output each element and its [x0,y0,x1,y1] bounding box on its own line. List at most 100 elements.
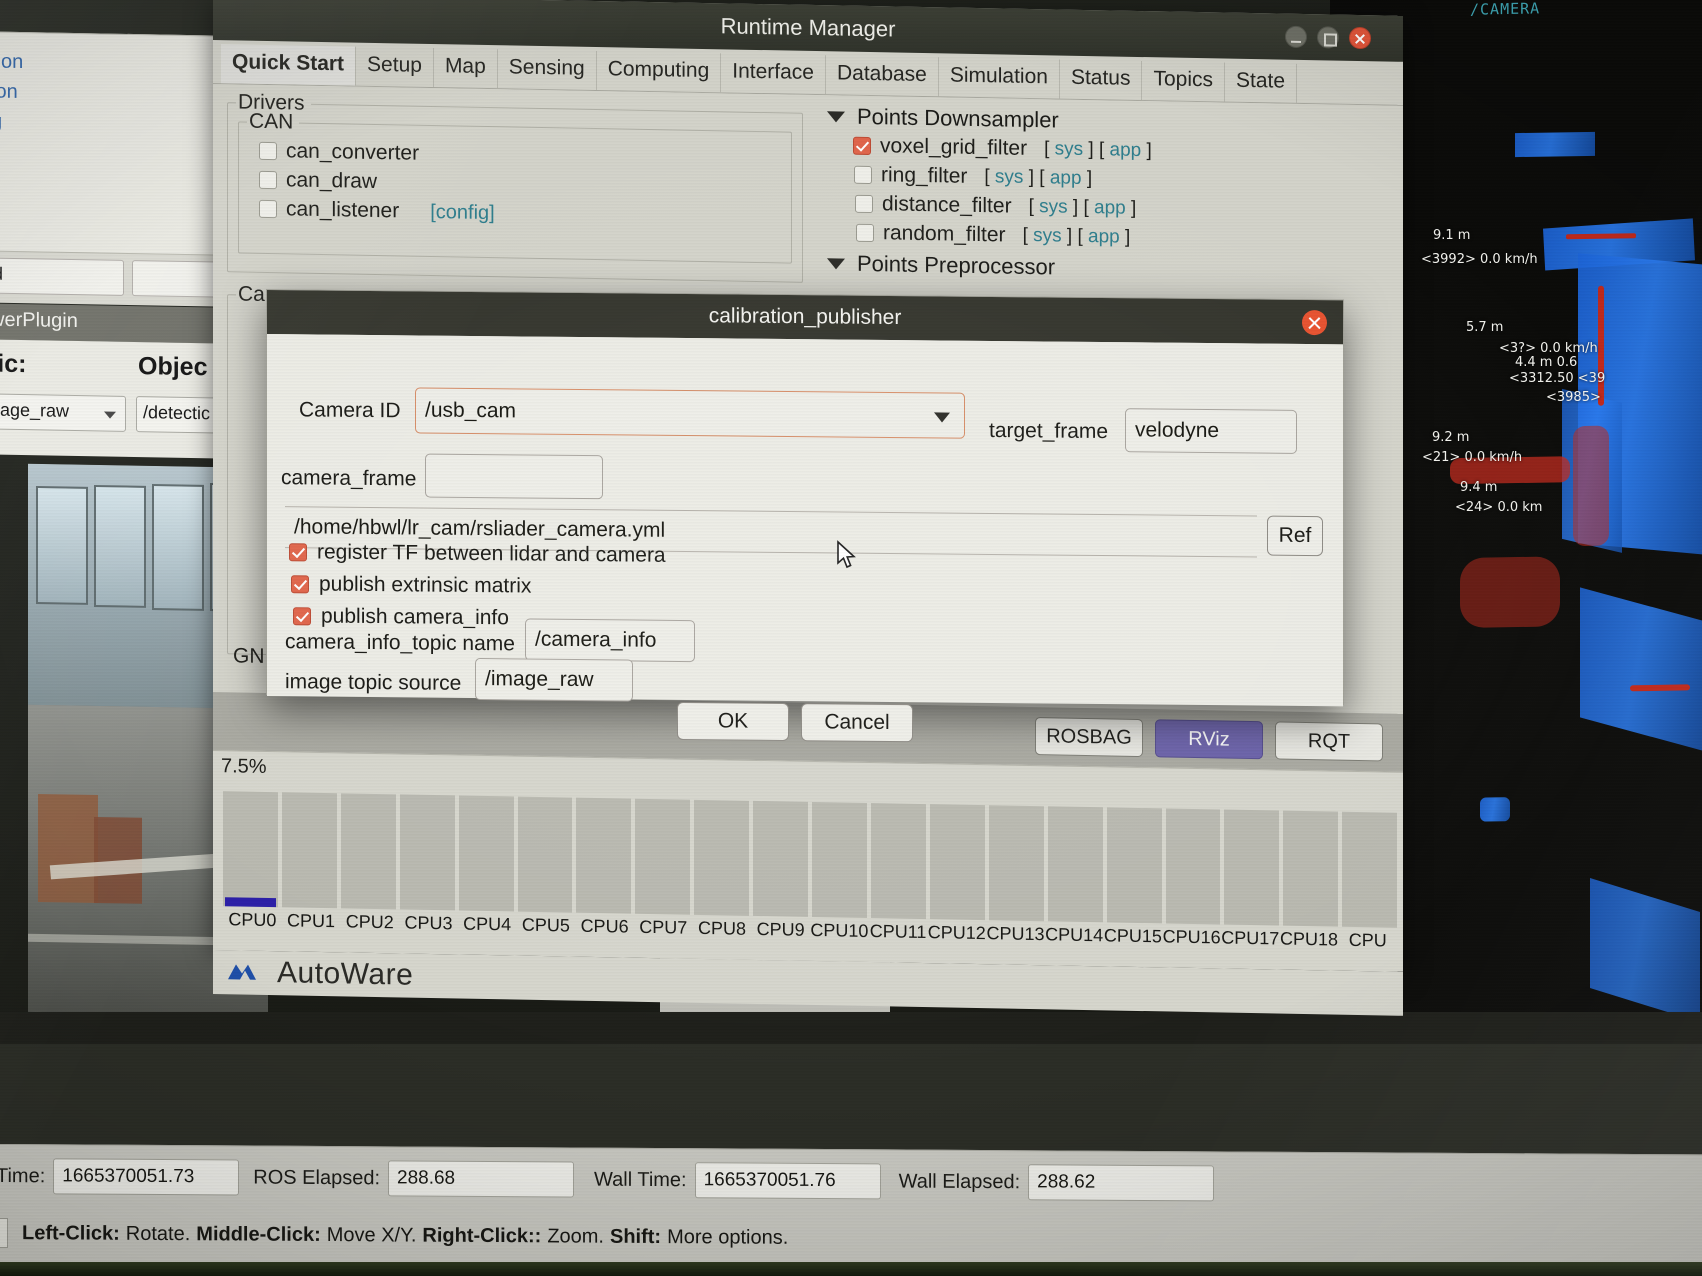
tab-topics[interactable]: Topics [1142,61,1226,102]
tab-setup[interactable]: Setup [356,46,434,88]
checkbox-icon[interactable] [856,223,874,243]
bg-link-3[interactable]: g [0,106,239,141]
mouse-hint-part: Rotate. [125,1222,191,1245]
checkbox-icon[interactable] [259,170,277,190]
sys-app-links[interactable]: [ sys ] [ app ] [1029,196,1137,220]
mouse-hints-row: Left-Click: Rotate. Middle-Click: Move X/Y.… [0,1207,1702,1269]
checkbox-icon[interactable] [854,165,872,185]
rviz-object-label: <21> 0.0 km/h [1422,450,1523,465]
tab-sensing[interactable]: Sensing [497,49,597,91]
checkbox-icon[interactable] [291,575,309,594]
cpu-bar-fill [814,917,865,918]
downsampler-item-random_filter[interactable]: random_filter [ sys ] [ app ] [856,221,1393,255]
cpu-core-label: CPU18 [1279,928,1339,950]
checkbox-icon[interactable] [853,136,871,156]
minimize-button[interactable] [1285,25,1307,49]
downsampler-item-voxel_grid_filter[interactable]: voxel_grid_filter [ sys ] [ app ] [853,134,1393,168]
mouse-hint-part: Zoom. [547,1224,604,1248]
sys-app-links[interactable]: [ sys ] [ app ] [984,166,1092,190]
bg-field-a[interactable]: ld [0,257,124,296]
checkbox-icon[interactable] [289,543,307,562]
camera-id-combo[interactable]: /usb_cam [415,387,965,439]
checkbox-icon[interactable] [259,199,277,219]
close-button[interactable] [1349,26,1371,50]
cpu-bar [929,804,985,921]
tab-map[interactable]: Map [433,48,498,89]
dialog-close-icon[interactable] [1302,309,1327,336]
action-button-rqt[interactable]: RQT [1275,721,1383,762]
points-preprocessor-title: Points Preprocessor [857,250,1056,280]
cpu-core-label: CPU [1348,929,1387,951]
target-frame-value: velodyne [1135,418,1220,443]
cpu-core-label: CPU5 [521,914,570,936]
maximize-button[interactable] [1317,26,1339,49]
cpu-bar [1106,807,1162,924]
bg-link-1[interactable]: tion [0,46,239,81]
calibration-file-value: /home/hbwl/lr_cam/rsliader_camera.yml [294,515,666,542]
cpu-bar-fill [1285,925,1337,927]
chevron-down-icon [104,411,116,419]
dialog-checkbox-1[interactable]: publish extrinsic matrix [291,572,531,598]
tab-interface[interactable]: Interface [721,53,826,95]
dialog-checkbox-0[interactable]: register TF between lidar and camera [289,540,666,568]
camera-frame-input[interactable] [425,453,603,500]
wall-time-field: 1665370051.76 [694,1162,881,1200]
points-downsampler-title: Points Downsampler [857,103,1059,133]
ok-button[interactable]: OK [677,701,789,742]
downsampler-item-ring_filter[interactable]: ring_filter [ sys ] [ app ] [854,163,1393,197]
mouse-hint-part: Shift: [610,1225,662,1248]
mouse-hint-part: Right-Click:: [422,1224,542,1247]
background-window-top: tion ion g [0,31,240,284]
action-button-rviz[interactable]: RViz [1155,719,1263,760]
points-preprocessor-header[interactable]: Points Preprocessor [827,250,1393,286]
cpu-core-label: CPU4 [463,913,512,935]
action-button-rosbag[interactable]: ROSBAG [1035,717,1143,758]
image-topic-input[interactable]: /image_raw [475,658,633,702]
ros-time-label: Time: [0,1164,46,1187]
hint-chip [0,1217,8,1249]
checkbox-icon[interactable] [293,607,311,626]
ref-button[interactable]: Ref [1267,515,1323,557]
chevron-down-icon [934,412,950,423]
rviz-object-label: 9.4 m [1460,480,1498,495]
camera-id-value: /usb_cam [425,398,517,423]
status-bar: Time: 1665370051.73 ROS Elapsed: 288.68 … [0,1144,1702,1275]
sys-app-links[interactable]: [ sys ] [ app ] [1023,225,1131,249]
cpu-bar-fill [225,897,276,908]
cpu-core-label: CPU7 [639,916,688,938]
can-item-can_draw[interactable]: can_draw [259,168,781,202]
tab-simulation[interactable]: Simulation [938,57,1060,99]
dialog-checkbox-2[interactable]: publish camera_info [293,604,509,630]
checkbox-icon[interactable] [259,141,277,161]
rviz-object-label: 5.7 m [1466,320,1504,335]
dialog-checkbox-label: publish camera_info [321,604,509,630]
tab-status[interactable]: Status [1059,59,1143,101]
checkbox-icon[interactable] [855,194,873,214]
downsampler-item-distance_filter[interactable]: distance_filter [ sys ] [ app ] [855,192,1393,226]
tab-state[interactable]: State [1225,62,1298,103]
wall-time-label: Wall Time: [594,1168,687,1191]
downsampler-item-label: ring_filter [881,163,968,188]
cpu-core-label: CPU11 [869,921,927,943]
tab-quick-start[interactable]: Quick Start [221,44,357,86]
rviz-object-label: <3992> 0.0 km/h [1421,252,1538,267]
tab-computing[interactable]: Computing [596,51,722,93]
cpu-core-label: CPU9 [756,918,805,940]
dialog-checkbox-label: register TF between lidar and camera [317,540,666,567]
cpu-core-label: CPU10 [810,919,869,942]
can-item-can_listener[interactable]: can_listener [config] [259,197,781,231]
cpu-bar [1224,809,1280,926]
tab-database[interactable]: Database [825,55,939,97]
target-frame-input[interactable]: velodyne [1125,408,1297,454]
can-item-can_converter[interactable]: can_converter [259,139,781,173]
cpu-monitor: 7.5% CPU0 CPU1 CPU2 CPU3 CPU4 CPU5 CPU6 CPU7 CPU… [213,750,1403,972]
sys-app-links[interactable]: [ sys ] [ app ] [1044,138,1152,162]
camera-info-topic-input[interactable]: /camera_info [525,618,695,663]
mouse-cursor-icon [836,540,858,575]
chevron-down-icon [827,257,845,270]
can-config-link[interactable]: [config] [430,200,494,224]
bg-link-2[interactable]: ion [0,76,239,111]
cpu-bar-fill [755,915,807,917]
cancel-button[interactable]: Cancel [801,703,913,743]
rviz-object-label: <3985> [1546,390,1601,405]
